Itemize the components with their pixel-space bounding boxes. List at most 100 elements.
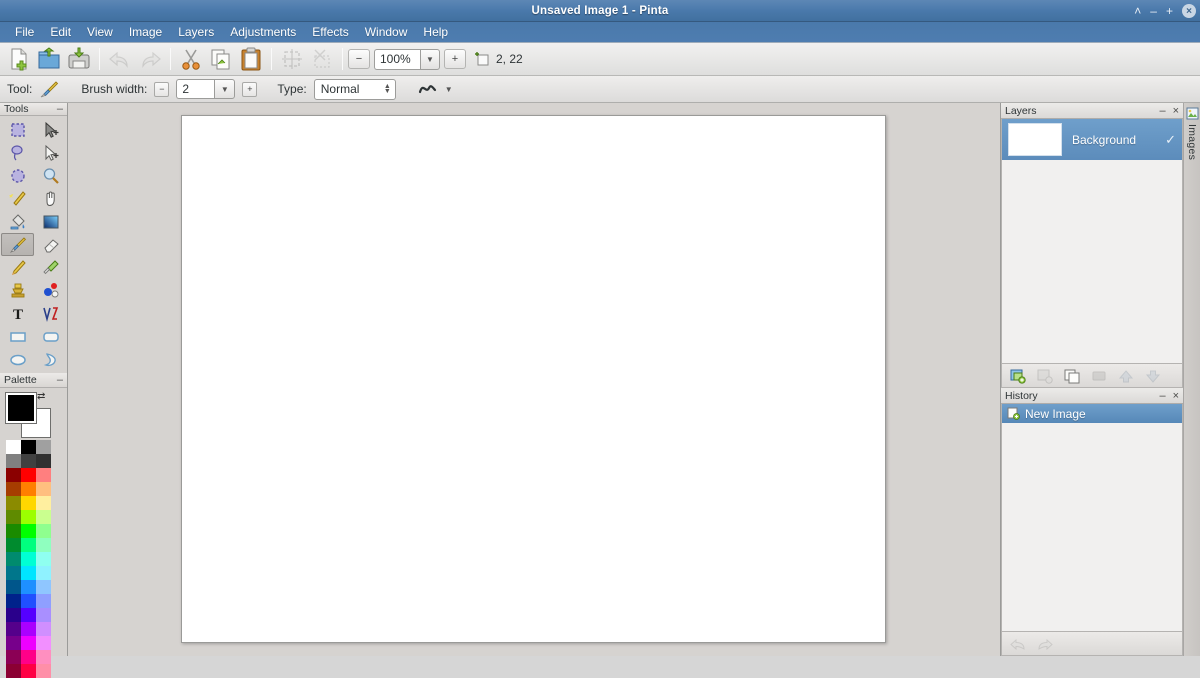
zoom-dropdown-button[interactable]: ▼ [420, 48, 440, 70]
palette-swatch[interactable] [21, 650, 36, 664]
tool-rectangle-select[interactable] [1, 118, 34, 141]
brush-width-increase-button[interactable]: + [242, 81, 258, 97]
palette-swatch[interactable] [6, 580, 21, 594]
palette-swatch[interactable] [6, 594, 21, 608]
tool-rounded-rectangle[interactable] [34, 325, 67, 348]
menu-view[interactable]: View [79, 23, 121, 41]
tool-lasso-select[interactable] [1, 141, 34, 164]
palette-swatch[interactable] [36, 664, 51, 678]
blend-mode-select[interactable]: Normal ▲ ▼ [313, 78, 396, 100]
duplicate-layer-button[interactable] [1059, 366, 1084, 386]
brush-width-dropdown-button[interactable]: ▼ [214, 79, 236, 99]
palette-swatch[interactable] [6, 636, 21, 650]
menu-help[interactable]: Help [415, 23, 456, 41]
layers-list[interactable]: Background ✓ [1001, 119, 1183, 364]
move-layer-down-button[interactable] [1140, 366, 1165, 386]
table-row[interactable]: Background ✓ [1002, 119, 1182, 160]
tool-ellipse[interactable] [1, 348, 34, 371]
cut-button[interactable] [176, 45, 206, 74]
palette-swatch[interactable] [36, 622, 51, 636]
palette-swatch[interactable] [36, 594, 51, 608]
canvas-scroll-area[interactable] [68, 103, 1000, 656]
palette-swatch[interactable] [36, 440, 51, 454]
palette-panel-minimize-button[interactable]: ‒ [57, 374, 63, 386]
palette-swatch[interactable] [36, 566, 51, 580]
open-image-button[interactable] [34, 45, 64, 74]
merge-layer-down-button[interactable] [1086, 366, 1111, 386]
curve-dropdown-button[interactable]: ▼ [445, 85, 453, 94]
palette-swatch[interactable] [6, 538, 21, 552]
undo-button[interactable] [105, 45, 135, 74]
brush-width-input[interactable]: 2 [176, 79, 215, 99]
history-undo-button[interactable] [1005, 634, 1030, 654]
tool-rectangle[interactable] [1, 325, 34, 348]
menu-effects[interactable]: Effects [304, 23, 356, 41]
menu-edit[interactable]: Edit [42, 23, 79, 41]
primary-color-swatch[interactable] [5, 392, 37, 424]
palette-swatch[interactable] [36, 608, 51, 622]
palette-swatch[interactable] [6, 608, 21, 622]
palette-swatch[interactable] [36, 538, 51, 552]
tool-clone-stamp[interactable] [1, 279, 34, 302]
tool-paintbrush[interactable] [1, 233, 34, 256]
swap-colors-icon[interactable]: ⇄ [37, 391, 45, 402]
deselect-all-button[interactable] [307, 45, 337, 74]
delete-layer-button[interactable] [1032, 366, 1057, 386]
menu-image[interactable]: Image [121, 23, 170, 41]
history-panel-close-button[interactable]: × [1173, 390, 1179, 402]
palette-swatch[interactable] [36, 636, 51, 650]
palette-swatch[interactable] [36, 580, 51, 594]
tool-eraser[interactable] [34, 233, 67, 256]
palette-swatch[interactable] [21, 594, 36, 608]
palette-swatch[interactable] [6, 552, 21, 566]
crop-to-selection-button[interactable] [277, 45, 307, 74]
tool-magic-wand[interactable] [1, 187, 34, 210]
close-button[interactable]: × [1182, 4, 1196, 18]
palette-swatch[interactable] [21, 622, 36, 636]
palette-swatch[interactable] [21, 440, 36, 454]
maximize-button[interactable]: + [1166, 5, 1173, 17]
palette-swatch[interactable] [36, 454, 51, 468]
palette-swatch[interactable] [36, 510, 51, 524]
history-panel-minimize-button[interactable]: ‒ [1159, 390, 1165, 402]
layer-visibility-checkbox[interactable]: ✓ [1165, 132, 1176, 148]
palette-swatch[interactable] [36, 650, 51, 664]
brush-width-decrease-button[interactable]: − [154, 81, 170, 97]
palette-swatch[interactable] [36, 496, 51, 510]
palette-swatch[interactable] [6, 524, 21, 538]
palette-swatch[interactable] [36, 524, 51, 538]
tool-ellipse-select[interactable] [1, 164, 34, 187]
menu-window[interactable]: Window [357, 23, 416, 41]
tools-panel-minimize-button[interactable]: ‒ [57, 103, 63, 115]
move-layer-up-button[interactable] [1113, 366, 1138, 386]
save-image-button[interactable] [64, 45, 94, 74]
palette-swatch[interactable] [21, 538, 36, 552]
palette-swatch[interactable] [6, 454, 21, 468]
palette-swatch[interactable] [21, 468, 36, 482]
minimize-button[interactable]: ‒ [1150, 5, 1157, 17]
tool-pan[interactable] [34, 187, 67, 210]
palette-swatch[interactable] [21, 636, 36, 650]
palette-swatch[interactable] [6, 650, 21, 664]
palette-swatch[interactable] [21, 510, 36, 524]
palette-swatch[interactable] [6, 510, 21, 524]
zoom-out-button[interactable]: − [348, 49, 370, 69]
menu-layers[interactable]: Layers [170, 23, 222, 41]
palette-swatch[interactable] [21, 524, 36, 538]
palette-swatch[interactable] [21, 482, 36, 496]
redo-button[interactable] [135, 45, 165, 74]
palette-swatch[interactable] [21, 664, 36, 678]
tool-paint-bucket[interactable] [1, 210, 34, 233]
palette-swatch[interactable] [6, 468, 21, 482]
palette-swatch[interactable] [36, 468, 51, 482]
tool-recolor[interactable] [34, 279, 67, 302]
paste-button[interactable] [236, 45, 266, 74]
palette-swatch[interactable] [36, 552, 51, 566]
image-canvas[interactable] [181, 115, 886, 643]
menu-file[interactable]: File [7, 23, 42, 41]
tool-line-curve[interactable] [34, 302, 67, 325]
collapse-button[interactable]: ˄ [1134, 5, 1141, 17]
palette-swatch[interactable] [21, 608, 36, 622]
palette-swatch[interactable] [6, 440, 21, 454]
palette-swatch[interactable] [6, 496, 21, 510]
